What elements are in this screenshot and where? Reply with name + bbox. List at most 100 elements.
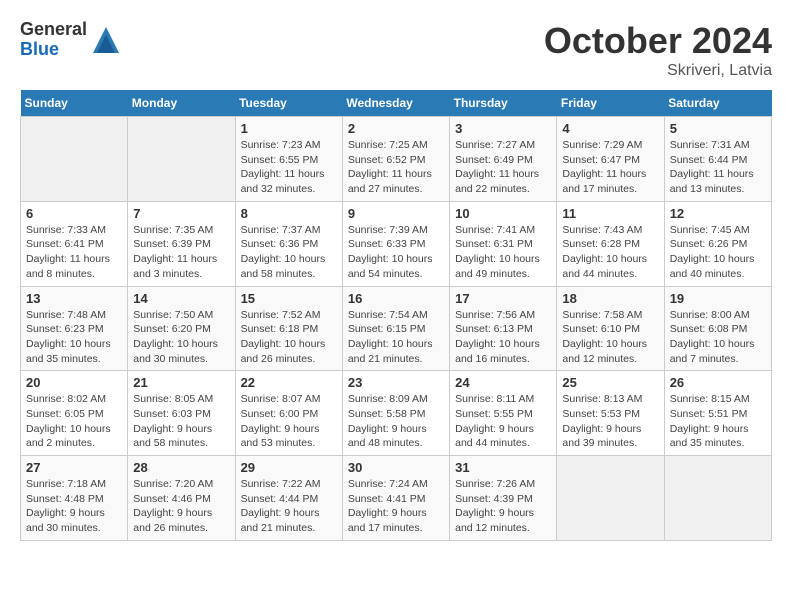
day-info: Sunrise: 7:20 AMSunset: 4:46 PMDaylight:… xyxy=(133,477,229,536)
calendar-day-cell: 13 Sunrise: 7:48 AMSunset: 6:23 PMDayligh… xyxy=(21,286,128,371)
day-info: Sunrise: 7:23 AMSunset: 6:55 PMDaylight:… xyxy=(241,138,337,197)
calendar-day-cell: 5Sunrise: 7:31 AMSunset: 6:44 PMDaylight… xyxy=(664,117,771,202)
weekday-header: Wednesday xyxy=(342,90,449,117)
day-number: 20 xyxy=(26,375,122,390)
day-info: Sunrise: 7:24 AMSunset: 4:41 PMDaylight:… xyxy=(348,477,444,536)
location: Skriveri, Latvia xyxy=(544,62,772,80)
day-info: Sunrise: 7:56 AMSunset: 6:13 PMDaylight:… xyxy=(455,308,551,367)
calendar-day-cell: 28Sunrise: 7:20 AMSunset: 4:46 PMDayligh… xyxy=(128,456,235,541)
calendar-day-cell xyxy=(128,117,235,202)
day-number: 31 xyxy=(455,460,551,475)
day-info: Sunrise: 7:26 AMSunset: 4:39 PMDaylight:… xyxy=(455,477,551,536)
day-number: 7 xyxy=(133,206,229,221)
calendar-day-cell: 30 Sunrise: 7:24 AMSunset: 4:41 PMDayligh… xyxy=(342,456,449,541)
day-info: Sunrise: 7:39 AMSunset: 6:33 PMDaylight:… xyxy=(348,223,444,282)
day-info: Sunrise: 8:15 AMSunset: 5:51 PMDaylight:… xyxy=(670,392,766,451)
calendar-day-cell xyxy=(557,456,664,541)
weekday-header: Thursday xyxy=(450,90,557,117)
weekday-header-row: SundayMondayTuesdayWednesdayThursdayFrid… xyxy=(21,90,772,117)
calendar-day-cell: 29Sunrise: 7:22 AMSunset: 4:44 PMDayligh… xyxy=(235,456,342,541)
calendar-week-row: 13 Sunrise: 7:48 AMSunset: 6:23 PMDayligh… xyxy=(21,286,772,371)
month-title: October 2024 xyxy=(544,20,772,62)
day-info: Sunrise: 7:29 AMSunset: 6:47 PMDaylight:… xyxy=(562,138,658,197)
day-number: 18 xyxy=(562,291,658,306)
day-info: Sunrise: 7:48 AMSunset: 6:23 PMDaylight:… xyxy=(26,308,122,367)
calendar-day-cell: 16Sunrise: 7:54 AMSunset: 6:15 PMDayligh… xyxy=(342,286,449,371)
day-number: 29 xyxy=(241,460,337,475)
day-number: 11 xyxy=(562,206,658,221)
calendar-day-cell: 10 Sunrise: 7:41 AMSunset: 6:31 PMDayligh… xyxy=(450,201,557,286)
weekday-header: Friday xyxy=(557,90,664,117)
logo-icon xyxy=(91,25,121,55)
day-number: 12 xyxy=(670,206,766,221)
day-info: Sunrise: 8:02 AMSunset: 6:05 PMDaylight:… xyxy=(26,392,122,451)
calendar-day-cell xyxy=(21,117,128,202)
calendar-week-row: 20 Sunrise: 8:02 AMSunset: 6:05 PMDayligh… xyxy=(21,371,772,456)
day-info: Sunrise: 7:45 AMSunset: 6:26 PMDaylight:… xyxy=(670,223,766,282)
day-number: 14 xyxy=(133,291,229,306)
calendar-week-row: 6 Sunrise: 7:33 AMSunset: 6:41 PMDaylight… xyxy=(21,201,772,286)
day-number: 25 xyxy=(562,375,658,390)
calendar-day-cell: 15 Sunrise: 7:52 AMSunset: 6:18 PMDayligh… xyxy=(235,286,342,371)
day-number: 13 xyxy=(26,291,122,306)
day-number: 22 xyxy=(241,375,337,390)
calendar-day-cell: 27Sunrise: 7:18 AMSunset: 4:48 PMDayligh… xyxy=(21,456,128,541)
calendar-day-cell: 7Sunrise: 7:35 AMSunset: 6:39 PMDaylight… xyxy=(128,201,235,286)
calendar-day-cell: 22 Sunrise: 8:07 AMSunset: 6:00 PMDayligh… xyxy=(235,371,342,456)
calendar-week-row: 27Sunrise: 7:18 AMSunset: 4:48 PMDayligh… xyxy=(21,456,772,541)
calendar-day-cell: 31 Sunrise: 7:26 AMSunset: 4:39 PMDayligh… xyxy=(450,456,557,541)
calendar-day-cell: 19 Sunrise: 8:00 AMSunset: 6:08 PMDayligh… xyxy=(664,286,771,371)
day-number: 10 xyxy=(455,206,551,221)
calendar-day-cell: 18 Sunrise: 7:58 AMSunset: 6:10 PMDayligh… xyxy=(557,286,664,371)
calendar-table: SundayMondayTuesdayWednesdayThursdayFrid… xyxy=(20,90,772,541)
day-number: 21 xyxy=(133,375,229,390)
day-info: Sunrise: 7:18 AMSunset: 4:48 PMDaylight:… xyxy=(26,477,122,536)
calendar-day-cell: 2 Sunrise: 7:25 AMSunset: 6:52 PMDaylight… xyxy=(342,117,449,202)
day-number: 30 xyxy=(348,460,444,475)
calendar-day-cell: 17Sunrise: 7:56 AMSunset: 6:13 PMDayligh… xyxy=(450,286,557,371)
calendar-day-cell: 21Sunrise: 8:05 AMSunset: 6:03 PMDayligh… xyxy=(128,371,235,456)
weekday-header: Tuesday xyxy=(235,90,342,117)
day-info: Sunrise: 7:25 AMSunset: 6:52 PMDaylight:… xyxy=(348,138,444,197)
day-number: 24 xyxy=(455,375,551,390)
day-number: 3 xyxy=(455,121,551,136)
day-number: 6 xyxy=(26,206,122,221)
day-number: 19 xyxy=(670,291,766,306)
calendar-day-cell xyxy=(664,456,771,541)
day-info: Sunrise: 7:31 AMSunset: 6:44 PMDaylight:… xyxy=(670,138,766,197)
calendar-day-cell: 20 Sunrise: 8:02 AMSunset: 6:05 PMDayligh… xyxy=(21,371,128,456)
day-info: Sunrise: 8:11 AMSunset: 5:55 PMDaylight:… xyxy=(455,392,551,451)
day-info: Sunrise: 7:37 AMSunset: 6:36 PMDaylight:… xyxy=(241,223,337,282)
weekday-header: Sunday xyxy=(21,90,128,117)
calendar-day-cell: 4Sunrise: 7:29 AMSunset: 6:47 PMDaylight… xyxy=(557,117,664,202)
calendar-day-cell: 9Sunrise: 7:39 AMSunset: 6:33 PMDaylight… xyxy=(342,201,449,286)
page-header: General Blue October 2024 Skriveri, Latv… xyxy=(20,20,772,80)
day-number: 26 xyxy=(670,375,766,390)
day-info: Sunrise: 7:52 AMSunset: 6:18 PMDaylight:… xyxy=(241,308,337,367)
calendar-week-row: 1Sunrise: 7:23 AMSunset: 6:55 PMDaylight… xyxy=(21,117,772,202)
calendar-day-cell: 8Sunrise: 7:37 AMSunset: 6:36 PMDaylight… xyxy=(235,201,342,286)
day-info: Sunrise: 8:13 AMSunset: 5:53 PMDaylight:… xyxy=(562,392,658,451)
day-number: 15 xyxy=(241,291,337,306)
calendar-day-cell: 6 Sunrise: 7:33 AMSunset: 6:41 PMDaylight… xyxy=(21,201,128,286)
logo-general: General xyxy=(20,20,87,40)
calendar-day-cell: 11 Sunrise: 7:43 AMSunset: 6:28 PMDayligh… xyxy=(557,201,664,286)
calendar-day-cell: 24 Sunrise: 8:11 AMSunset: 5:55 PMDayligh… xyxy=(450,371,557,456)
day-info: Sunrise: 7:41 AMSunset: 6:31 PMDaylight:… xyxy=(455,223,551,282)
calendar-day-cell: 26 Sunrise: 8:15 AMSunset: 5:51 PMDayligh… xyxy=(664,371,771,456)
day-info: Sunrise: 7:33 AMSunset: 6:41 PMDaylight:… xyxy=(26,223,122,282)
calendar-day-cell: 1Sunrise: 7:23 AMSunset: 6:55 PMDaylight… xyxy=(235,117,342,202)
calendar-day-cell: 25 Sunrise: 8:13 AMSunset: 5:53 PMDayligh… xyxy=(557,371,664,456)
day-info: Sunrise: 7:27 AMSunset: 6:49 PMDaylight:… xyxy=(455,138,551,197)
day-info: Sunrise: 7:43 AMSunset: 6:28 PMDaylight:… xyxy=(562,223,658,282)
day-number: 2 xyxy=(348,121,444,136)
calendar-day-cell: 23 Sunrise: 8:09 AMSunset: 5:58 PMDayligh… xyxy=(342,371,449,456)
day-info: Sunrise: 8:00 AMSunset: 6:08 PMDaylight:… xyxy=(670,308,766,367)
day-number: 23 xyxy=(348,375,444,390)
logo-blue: Blue xyxy=(20,40,87,60)
day-info: Sunrise: 8:07 AMSunset: 6:00 PMDaylight:… xyxy=(241,392,337,451)
day-info: Sunrise: 7:58 AMSunset: 6:10 PMDaylight:… xyxy=(562,308,658,367)
title-block: October 2024 Skriveri, Latvia xyxy=(544,20,772,80)
weekday-header: Saturday xyxy=(664,90,771,117)
day-info: Sunrise: 8:09 AMSunset: 5:58 PMDaylight:… xyxy=(348,392,444,451)
